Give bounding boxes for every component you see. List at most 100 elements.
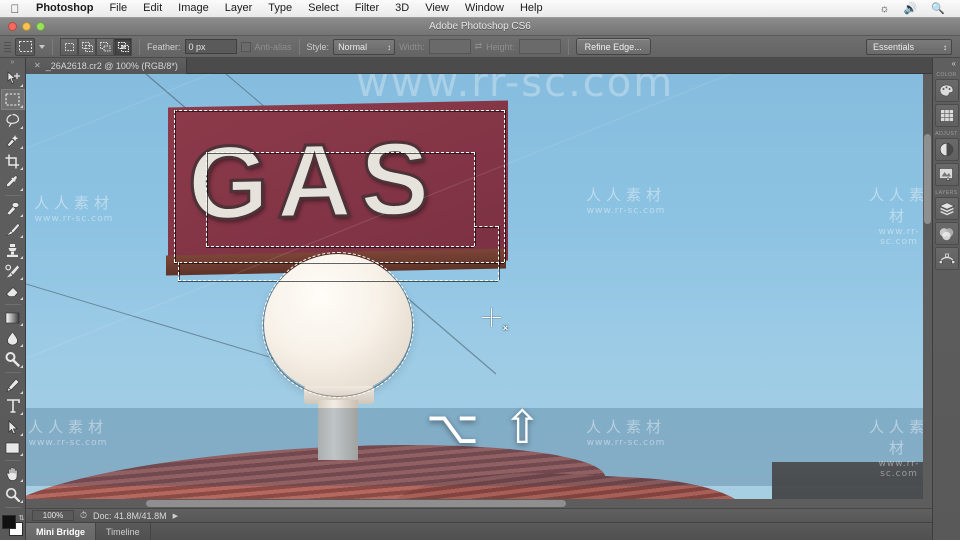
zoom-button[interactable] [36, 22, 45, 31]
crop-tool[interactable] [1, 151, 25, 172]
clone-stamp-submenu-icon[interactable] [19, 255, 23, 259]
canvas-horizontal-scroll-thumb[interactable] [146, 500, 566, 507]
blur-tool[interactable] [1, 328, 25, 349]
tab-timeline[interactable]: Timeline [96, 522, 151, 540]
timer-icon[interactable]: ⏱ [80, 510, 87, 521]
menu-item-filter[interactable]: Filter [347, 0, 387, 17]
pen-submenu-icon[interactable] [19, 390, 23, 394]
height-input[interactable] [518, 39, 561, 54]
zoom-tool[interactable] [1, 484, 25, 505]
refine-edge-button[interactable]: Refine Edge... [575, 38, 651, 55]
status-arrow-icon[interactable]: ▶ [173, 512, 178, 520]
menu-item-edit[interactable]: Edit [135, 0, 170, 17]
menu-item-select[interactable]: Select [300, 0, 347, 17]
menu-item-view[interactable]: View [417, 0, 457, 17]
shape-submenu-icon[interactable] [19, 453, 23, 457]
path-selection-tool[interactable] [1, 417, 25, 438]
canvas-vertical-scrollbar[interactable] [923, 74, 932, 508]
channels-panel-icon[interactable] [934, 222, 959, 245]
eraser-tool[interactable] [1, 282, 25, 303]
rectangular-marquee-icon[interactable] [15, 37, 35, 56]
eyedropper-submenu-icon[interactable] [19, 188, 23, 192]
apple-icon[interactable]:  [8, 2, 22, 16]
move-tool[interactable] [1, 68, 25, 89]
swap-colors-icon[interactable]: ⇅ [19, 514, 25, 522]
hand-submenu-icon[interactable] [19, 479, 23, 483]
history-brush-tool[interactable] [1, 261, 25, 282]
gradient-tool[interactable] [1, 307, 25, 328]
adjustments-panel-icon[interactable] [934, 138, 959, 161]
rectangle-shape-tool[interactable] [1, 438, 25, 459]
volume-icon[interactable]: 🔊 [897, 2, 925, 15]
menu-item-photoshop[interactable]: Photoshop [28, 0, 101, 17]
new-selection-button[interactable] [60, 37, 78, 56]
menu-item-3d[interactable]: 3D [387, 0, 417, 17]
dodge-tool[interactable] [1, 349, 25, 370]
marquee-tool-submenu-icon[interactable] [19, 104, 23, 108]
swatches-panel-icon[interactable] [934, 104, 959, 127]
canvas-vertical-scroll-thumb[interactable] [924, 134, 931, 224]
swap-dimensions-icon[interactable]: ⇄ [475, 41, 483, 52]
shift-key-icon: ⇧ [503, 400, 542, 454]
tools-panel-grip[interactable]: » [0, 58, 25, 68]
menu-item-image[interactable]: Image [170, 0, 217, 17]
search-icon[interactable]: 🔍 [924, 2, 952, 15]
healing-submenu-icon[interactable] [19, 213, 23, 217]
eraser-submenu-icon[interactable] [19, 297, 23, 301]
path-selection-submenu-icon[interactable] [19, 432, 23, 436]
history-brush-submenu-icon[interactable] [19, 276, 23, 280]
anti-alias-checkbox[interactable] [240, 41, 251, 52]
close-button[interactable] [8, 22, 17, 31]
lasso-tool-submenu-icon[interactable] [19, 125, 23, 129]
blur-submenu-icon[interactable] [19, 344, 23, 348]
subtract-from-selection-button[interactable] [96, 37, 114, 56]
menu-item-layer[interactable]: Layer [217, 0, 261, 17]
feather-input[interactable]: 0 px [184, 39, 237, 54]
workspace-select[interactable]: Essentials [866, 38, 952, 55]
document-canvas[interactable]: GAS www.rr-sc.com 人人素材 www.rr-sc.com 人人素… [26, 74, 932, 508]
collapse-panels-icon[interactable]: « [933, 58, 960, 70]
dodge-submenu-icon[interactable] [19, 364, 23, 368]
paths-panel-icon[interactable] [934, 247, 959, 270]
brush-tool[interactable] [1, 219, 25, 240]
pen-tool[interactable] [1, 375, 25, 396]
document-tab[interactable]: ✕ _26A2618.cr2 @ 100% (RGB/8*) [26, 57, 187, 74]
color-swatches[interactable]: ⇅ [1, 514, 25, 540]
quick-selection-tool[interactable] [1, 131, 25, 152]
move-tool-submenu-icon[interactable] [19, 83, 23, 87]
spot-healing-brush-tool[interactable] [1, 198, 25, 219]
hand-tool[interactable] [1, 463, 25, 484]
options-bar-grip[interactable] [4, 39, 11, 55]
minimize-button[interactable] [22, 22, 31, 31]
crop-tool-submenu-icon[interactable] [19, 167, 23, 171]
gradient-submenu-icon[interactable] [19, 323, 23, 327]
horizontal-type-tool[interactable] [1, 396, 25, 417]
lasso-tool[interactable] [1, 110, 25, 131]
menu-item-type[interactable]: Type [260, 0, 300, 17]
brightness-icon[interactable]: ☼ [873, 3, 897, 15]
style-select[interactable]: Normal [333, 38, 396, 55]
add-to-selection-button[interactable] [78, 37, 96, 56]
menu-item-help[interactable]: Help [512, 0, 551, 17]
zoom-level-input[interactable]: 100% [32, 510, 74, 521]
intersect-with-selection-button[interactable] [114, 37, 132, 56]
zoom-tool-submenu-icon[interactable] [19, 500, 23, 504]
layers-panel-icon[interactable] [934, 197, 959, 220]
width-input[interactable] [428, 39, 471, 54]
close-tab-icon[interactable]: ✕ [34, 61, 41, 70]
foreground-color-swatch[interactable] [1, 515, 16, 530]
eyedropper-tool[interactable] [1, 172, 25, 193]
canvas-horizontal-scrollbar[interactable] [26, 499, 932, 508]
menu-item-file[interactable]: File [101, 0, 135, 17]
quick-selection-submenu-icon[interactable] [19, 146, 23, 150]
menu-item-window[interactable]: Window [457, 0, 512, 17]
tab-mini-bridge[interactable]: Mini Bridge [26, 522, 96, 540]
type-submenu-icon[interactable] [19, 411, 23, 415]
rectangular-marquee-tool[interactable] [0, 88, 25, 110]
styles-panel-icon[interactable] [934, 163, 959, 186]
brush-submenu-icon[interactable] [19, 234, 23, 238]
tool-preset-chevron-down-icon[interactable] [39, 44, 45, 49]
cursor-subtract-icon: × [502, 323, 508, 333]
clone-stamp-tool[interactable] [1, 240, 25, 261]
color-panel-icon[interactable] [934, 79, 959, 102]
